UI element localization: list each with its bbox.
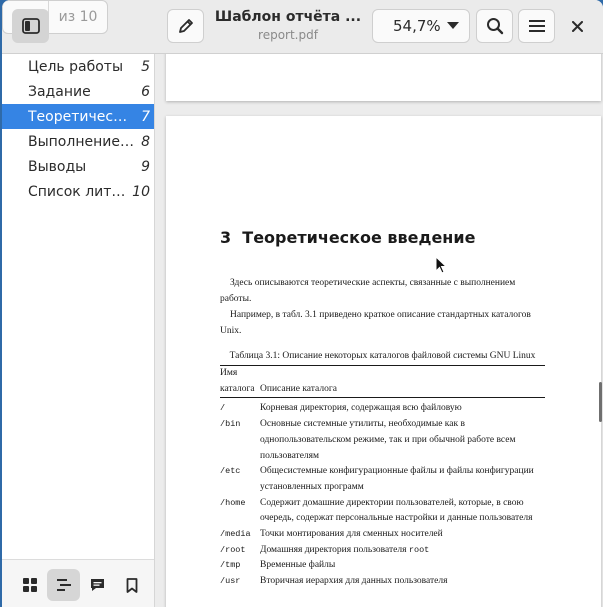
pencil-icon xyxy=(178,19,193,33)
current-page: 3 Теоретическое введение Здесь описывают… xyxy=(166,116,601,607)
sidebar-mode-switcher xyxy=(2,559,154,607)
toc-item-label: Теоретичес… xyxy=(28,108,128,125)
outline-button[interactable] xyxy=(47,569,80,601)
table-row: /usr Вторичная иерархия для данных польз… xyxy=(220,574,545,590)
outline-sidebar: Цель работы 5 Задание 6 Теоретичес… 7 Вы… xyxy=(2,54,155,607)
paragraph-table-ref: Например, в табл. 3.1 приведено краткое … xyxy=(220,310,531,336)
table-row: /media Точки монтирования для сменных но… xyxy=(220,527,545,543)
header-bar: 7 из 10 Шаблон отчёта ... report.pdf 54,… xyxy=(2,0,603,54)
toc-item-page: 9 xyxy=(141,158,150,175)
table-cell-dir: /etc xyxy=(220,466,241,477)
search-button[interactable] xyxy=(476,9,513,43)
paragraph-intro: Здесь описываются теоретические аспекты,… xyxy=(220,278,516,304)
thumbnails-icon xyxy=(22,578,37,592)
toc-item-execution[interactable]: Выполнение… 8 xyxy=(2,129,154,154)
annotate-button[interactable] xyxy=(167,9,204,43)
window-title-block: Шаблон отчёта ... report.pdf xyxy=(212,9,364,42)
toc-item-page: 5 xyxy=(141,58,150,75)
table-cell-desc: Домашняя директория пользователя root xyxy=(260,543,545,559)
toc-item-theory[interactable]: Теоретичес… 7 xyxy=(2,104,154,129)
toc-item-page: 7 xyxy=(141,108,150,125)
sidebar-toggle-button[interactable] xyxy=(12,9,49,43)
document-view[interactable]: 3 Теоретическое введение Здесь описывают… xyxy=(155,54,603,607)
table-cell-dir: /root xyxy=(220,544,246,555)
toc-item-page: 8 xyxy=(141,133,150,150)
table-cell-desc: Основные системные утилиты, необходимые … xyxy=(260,419,516,461)
toc-item-goal[interactable]: Цель работы 5 xyxy=(2,54,154,79)
table-header-row: Имя каталога Описание каталога xyxy=(220,366,545,399)
table-cell-dir: /home xyxy=(220,497,246,508)
table-row: /tmp Временные файлы xyxy=(220,558,545,574)
toc-item-page: 6 xyxy=(141,83,150,100)
toc-item-label: Выполнение… xyxy=(28,133,134,150)
table-cell-desc: Временные файлы xyxy=(260,560,336,571)
close-icon xyxy=(571,20,583,32)
main-menu-button[interactable] xyxy=(518,9,555,43)
section-number: 3 xyxy=(220,228,232,247)
table-cell-desc: Точки монтирования для сменных носителей xyxy=(260,529,443,540)
zoom-value: 54,7% xyxy=(393,17,441,35)
window-subtitle: report.pdf xyxy=(258,28,318,42)
table-cell-dir: /tmp xyxy=(220,560,241,571)
search-icon xyxy=(486,18,503,35)
table-cell-dir: /usr xyxy=(220,576,241,587)
thumbnails-button[interactable] xyxy=(13,569,46,601)
section-title: Теоретическое введение xyxy=(242,228,476,247)
toc-item-label: Цель работы xyxy=(28,58,124,75)
annotations-icon xyxy=(91,579,104,591)
table-cell-desc: Вторичная иерархия для данных пользовате… xyxy=(260,576,448,587)
window-title: Шаблон отчёта ... xyxy=(214,9,362,25)
hamburger-menu-icon xyxy=(528,20,545,32)
table-row: /bin Основные системные утилиты, необход… xyxy=(220,417,545,464)
table-cell-desc-text: Домашняя директория пользователя xyxy=(260,544,409,555)
sidebar-icon xyxy=(21,18,40,34)
bookmark-icon xyxy=(126,577,137,593)
table-row: /home Содержит домашние директории польз… xyxy=(220,496,545,527)
table-cell-desc-code: root xyxy=(408,544,430,555)
annotations-button[interactable] xyxy=(81,569,114,601)
toc-item-references[interactable]: Список лите… 10 xyxy=(2,179,154,204)
zoom-dropdown[interactable]: 54,7% xyxy=(372,9,470,43)
toc-item-label: Выводы xyxy=(28,158,87,175)
table-cell-dir: / xyxy=(220,403,226,414)
table-cell-desc: Содержит домашние директории пользовател… xyxy=(260,497,533,524)
toc-item-conclusions[interactable]: Выводы 9 xyxy=(2,154,154,179)
previous-page xyxy=(166,54,601,101)
mouse-cursor-icon xyxy=(435,256,447,274)
page-total-label: из 10 xyxy=(58,9,98,25)
table-cell-desc: Корневая директория, содержащая всю файл… xyxy=(260,403,462,414)
table-cell-dir: /media xyxy=(220,529,251,540)
toc-item-label: Задание xyxy=(28,83,91,100)
section-heading: 3 Теоретическое введение xyxy=(220,228,545,247)
table-cell-dir: /bin xyxy=(220,419,241,430)
close-button[interactable] xyxy=(563,12,591,40)
directory-table: Имя каталога Описание каталога / Корнева… xyxy=(220,366,545,590)
chevron-down-icon xyxy=(447,22,459,29)
document-viewer-window: 7 из 10 Шаблон отчёта ... report.pdf 54,… xyxy=(2,0,603,607)
table-header-desc: Описание каталога xyxy=(260,366,545,399)
bookmarks-button[interactable] xyxy=(115,569,148,601)
vertical-scrollbar[interactable] xyxy=(599,382,602,422)
toc-item-label: Список лите… xyxy=(28,183,127,200)
toc-item-task[interactable]: Задание 6 xyxy=(2,79,154,104)
table-header-dir: Имя каталога xyxy=(220,366,260,399)
table-caption: Таблица 3.1: Описание некоторых каталого… xyxy=(229,351,536,361)
table-cell-desc: Общесистемные конфигурационные файлы и ф… xyxy=(260,466,534,492)
table-row: / Корневая директория, содержащая всю фа… xyxy=(220,398,545,417)
table-row: /root Домашняя директория пользователя r… xyxy=(220,543,545,559)
toc-item-page: 10 xyxy=(132,183,150,200)
table-row: /etc Общесистемные конфигурационные файл… xyxy=(220,464,545,495)
outline-icon xyxy=(56,579,71,591)
